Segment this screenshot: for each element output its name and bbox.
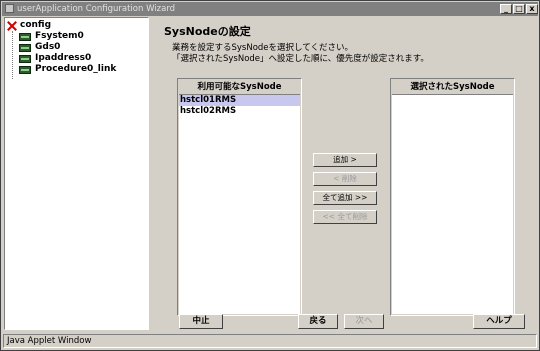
wizard-window: userApplication Configuration Wizard _ □… [0, 0, 540, 351]
window-title: userApplication Configuration Wizard [17, 4, 176, 14]
list-item[interactable]: hstcl02RMS [179, 106, 300, 117]
sysnode-settings-panel: SysNodeの設定 業務を設定するSysNodeを選択してください。 「選択さ… [151, 17, 538, 330]
tree-connector-line [12, 31, 14, 79]
description-line-2: 「選択されたSysNode」へ設定した順に、優先度が設定されます。 [172, 54, 429, 64]
available-list-body[interactable]: hstcl01RMS hstcl02RMS [179, 95, 300, 314]
minimize-button[interactable]: _ [500, 4, 512, 14]
tree-node-label: Ipaddress0 [35, 53, 92, 63]
remove-all-button[interactable]: << 全て削除 [313, 210, 377, 224]
tree-node-label: config [20, 20, 52, 30]
resource-icon [19, 32, 31, 41]
tree-node-fsystem0[interactable]: Fsystem0 [19, 31, 84, 42]
config-tree: config Fsystem0 Gds0 Ipaddress0 Procedur… [4, 17, 149, 330]
close-button[interactable]: x [526, 4, 538, 14]
help-button[interactable]: ヘルプ [473, 314, 525, 329]
list-item[interactable]: hstcl01RMS [179, 95, 300, 106]
maximize-button[interactable]: □ [513, 4, 525, 14]
description-line-1: 業務を設定するSysNodeを選択してください。 [172, 43, 354, 53]
resource-icon [19, 65, 31, 74]
add-all-button[interactable]: 全て追加 >> [313, 191, 377, 205]
tree-node-ipaddress0[interactable]: Ipaddress0 [19, 53, 91, 64]
next-button[interactable]: 次へ [344, 314, 384, 329]
selected-list-header: 選択されたSysNode [392, 80, 513, 95]
page-title: SysNodeの設定 [164, 25, 251, 38]
tree-node-label: Procedure0_link [35, 64, 117, 74]
resource-icon [19, 54, 31, 63]
config-root-icon [7, 21, 17, 31]
available-list-header: 利用可能なSysNode [179, 80, 300, 95]
available-sysnode-list: 利用可能なSysNode hstcl01RMS hstcl02RMS [177, 78, 302, 316]
tree-node-config[interactable]: config [7, 20, 51, 31]
tree-node-label: Fsystem0 [35, 31, 84, 41]
add-button[interactable]: 追加 > [313, 153, 377, 167]
selected-sysnode-list: 選択されたSysNode [390, 78, 515, 316]
remove-button[interactable]: < 削除 [313, 172, 377, 186]
tree-node-label: Gds0 [35, 42, 61, 52]
status-bar: Java Applet Window [3, 334, 537, 348]
app-icon [5, 4, 14, 13]
tree-node-gds0[interactable]: Gds0 [19, 42, 60, 53]
title-bar[interactable]: userApplication Configuration Wizard _ □… [2, 2, 538, 16]
resource-icon [19, 43, 31, 52]
cancel-button[interactable]: 中止 [179, 314, 223, 329]
selected-list-body[interactable] [392, 95, 513, 314]
tree-node-procedure0-link[interactable]: Procedure0_link [19, 64, 116, 75]
back-button[interactable]: 戻る [298, 314, 338, 329]
